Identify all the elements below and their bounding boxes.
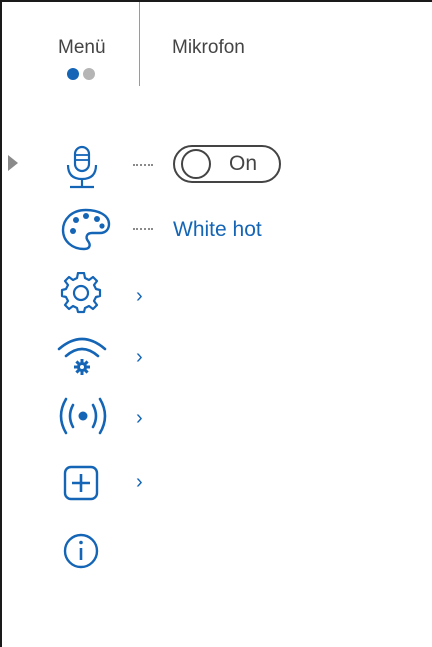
chevron-right-icon: ›	[136, 346, 143, 368]
microphone-icon	[66, 145, 98, 189]
menu-item-microphone[interactable]	[64, 145, 100, 191]
page-indicator	[67, 68, 95, 80]
chevron-right-icon: ›	[136, 407, 143, 429]
menu-item-info[interactable]	[62, 532, 100, 570]
tab-mikrofon[interactable]: Mikrofon	[172, 37, 245, 59]
menu-item-palette[interactable]	[60, 207, 112, 253]
menu-item-add[interactable]	[62, 464, 100, 502]
tab-divider	[139, 2, 140, 86]
palette-value: White hot	[173, 218, 262, 241]
selection-pointer-icon	[8, 155, 18, 171]
chevron-right-icon: ›	[136, 471, 143, 493]
toggle-knob	[181, 149, 211, 179]
tab-menu[interactable]: Menü	[58, 37, 106, 59]
palette-icon	[61, 208, 111, 251]
add-box-icon	[63, 465, 99, 501]
row-leader	[133, 228, 153, 230]
broadcast-icon	[59, 397, 107, 435]
chevron-right-icon: ›	[136, 285, 143, 307]
menu-item-wifi[interactable]	[56, 333, 108, 377]
page-dot-active	[67, 68, 79, 80]
menu-item-settings[interactable]	[60, 271, 102, 314]
row-leader	[133, 164, 153, 166]
wifi-settings-icon	[57, 337, 107, 375]
menu-item-broadcast[interactable]	[56, 395, 110, 437]
microphone-toggle[interactable]: On	[173, 145, 281, 183]
info-icon	[63, 533, 99, 569]
settings-gear-icon	[60, 271, 102, 314]
toggle-state-label: On	[229, 152, 258, 175]
page-dot-inactive	[83, 68, 95, 80]
